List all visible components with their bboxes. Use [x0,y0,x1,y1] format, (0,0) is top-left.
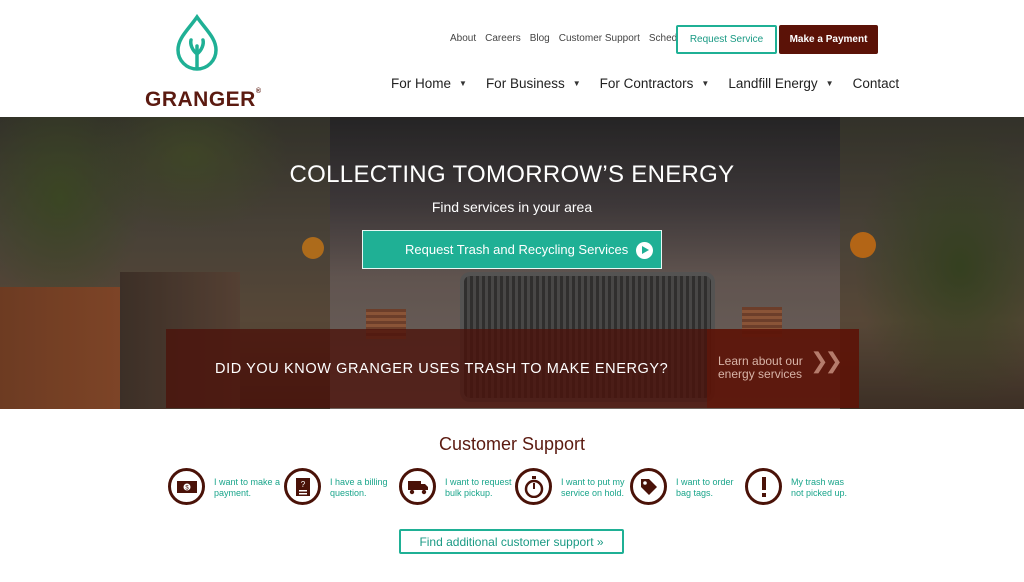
play-circle-icon [636,242,653,259]
support-service-hold[interactable]: I want to put my service on hold. [515,468,629,505]
svg-text:?: ? [300,480,305,489]
support-billing-question[interactable]: ? I have a billing question. [284,468,398,505]
additional-support-button[interactable]: Find additional customer support » [399,529,624,554]
hero-cta-label: Request Trash and Recycling Services [405,242,629,257]
caret-down-icon: ▼ [825,79,834,88]
utility-nav: About Careers Blog Customer Support Sche… [450,33,700,45]
bill-document-icon: ? [284,468,321,505]
make-payment-button[interactable]: Make a Payment [779,25,878,54]
money-icon: $ [168,468,205,505]
util-link-blog[interactable]: Blog [530,33,550,45]
caret-down-icon: ▼ [572,79,581,88]
granger-logo[interactable]: GRANGER® [140,14,261,111]
main-nav: For Home ▼ For Business ▼ For Contractors ▼… [391,76,918,91]
tag-icon [630,468,667,505]
hero-subtitle: Find services in your area [431,199,593,215]
nav-for-contractors[interactable]: For Contractors ▼ [600,76,710,91]
logo-wordmark: GRANGER® [145,88,262,111]
support-make-payment[interactable]: $ I want to make a payment. [168,468,282,505]
caret-down-icon: ▼ [459,79,467,88]
support-bag-tags[interactable]: I want to order bag tags. [630,468,744,505]
nav-landfill-energy[interactable]: Landfill Energy ▼ [728,76,833,91]
util-link-customer-support[interactable]: Customer Support [559,33,640,45]
support-options: $ I want to make a payment. ? I have a b… [168,468,868,508]
stopwatch-icon [515,468,552,505]
energy-banner[interactable]: DID YOU KNOW GRANGER USES TRASH TO MAKE … [166,329,707,408]
leaf-drop-icon [176,14,218,71]
nav-for-business[interactable]: For Business ▼ [486,76,581,91]
truck-icon [399,468,436,505]
util-link-about[interactable]: About [450,33,476,45]
support-missed-pickup[interactable]: My trash was not picked up. [745,468,859,505]
util-link-careers[interactable]: Careers [485,33,521,45]
caret-down-icon: ▼ [701,79,710,88]
support-bulk-pickup[interactable]: I want to request bulk pickup. [399,468,513,505]
site-header: GRANGER® About Careers Blog Customer Sup… [0,0,1024,117]
request-trash-recycling-button[interactable]: Request Trash and Recycling Services [362,230,662,269]
customer-support-heading: Customer Support [438,434,586,454]
double-chevron-right-icon: ❯❯ [810,348,843,373]
nav-for-home[interactable]: For Home ▼ [391,76,467,91]
learn-energy-services-link[interactable]: Learn about our energy services ❯❯ [707,329,859,408]
request-service-button[interactable]: Request Service [676,25,777,54]
hero-banner: COLLECTING TOMORROW’S ENERGY Find servic… [0,117,1024,409]
hero-title: COLLECTING TOMORROW’S ENERGY [289,161,735,188]
nav-contact[interactable]: Contact [853,76,900,91]
exclamation-icon [745,468,782,505]
